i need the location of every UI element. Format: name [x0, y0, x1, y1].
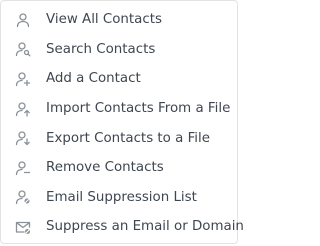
person-search-icon — [15, 41, 31, 57]
person-add-icon — [15, 71, 31, 87]
menu-item-label: Export Contacts to a File — [46, 130, 210, 146]
menu-item-import-contacts[interactable]: Import Contacts From a File — [1, 94, 237, 124]
mail-blocked-icon — [15, 219, 31, 235]
menu-item-search-contacts[interactable]: Search Contacts — [1, 35, 237, 65]
menu-item-label: Import Contacts From a File — [46, 101, 231, 117]
person-export-icon — [15, 130, 31, 146]
person-import-icon — [15, 101, 31, 117]
person-icon — [15, 12, 31, 28]
menu-item-email-suppression-list[interactable]: Email Suppression List — [1, 183, 237, 213]
menu-item-suppress-email-or-domain[interactable]: Suppress an Email or Domain — [1, 212, 244, 242]
menu-item-label: Search Contacts — [46, 41, 156, 57]
menu-item-remove-contacts[interactable]: Remove Contacts — [1, 153, 237, 183]
menu-item-export-contacts[interactable]: Export Contacts to a File — [1, 123, 237, 153]
menu-item-label: View All Contacts — [46, 12, 162, 28]
menu-item-add-a-contact[interactable]: Add a Contact — [1, 64, 237, 94]
menu-item-label: Add a Contact — [46, 71, 141, 87]
person-blocked-icon — [15, 189, 31, 205]
menu-item-label: Suppress an Email or Domain — [46, 219, 244, 235]
contacts-dropdown-menu: View All Contacts Search Contacts Add a … — [0, 0, 244, 244]
person-remove-icon — [15, 160, 31, 176]
menu-item-label: Remove Contacts — [46, 160, 164, 176]
menu-item-label: Email Suppression List — [46, 189, 197, 205]
menu-item-view-all-contacts[interactable]: View All Contacts — [1, 5, 237, 35]
